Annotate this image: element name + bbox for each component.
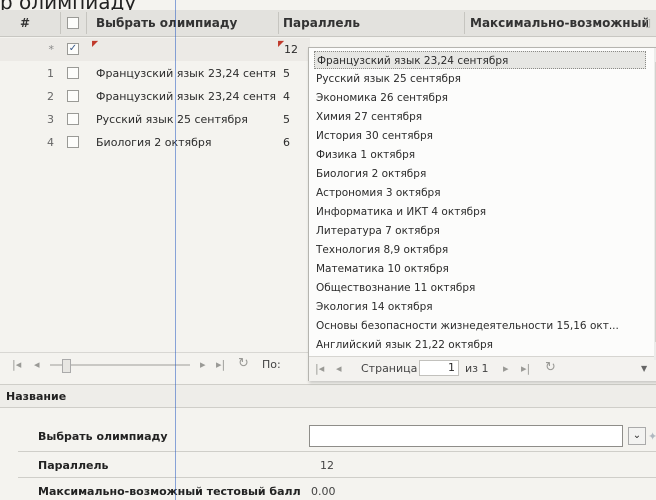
- dropdown-item[interactable]: История 30 сентября: [316, 127, 646, 145]
- page-size-label: По:: [262, 358, 281, 371]
- dropdown-item[interactable]: Русский язык 25 сентября: [316, 70, 646, 88]
- column-parallel-header[interactable]: Параллель: [283, 10, 360, 36]
- refresh-icon[interactable]: ↻: [238, 357, 249, 371]
- parallel-field-value[interactable]: 12: [320, 459, 334, 472]
- column-olympiad-header[interactable]: Выбрать олимпиаду: [96, 10, 237, 36]
- row-parallel: 4: [283, 90, 290, 103]
- edit-row-checkbox[interactable]: ✓: [67, 43, 79, 55]
- prev-page-icon[interactable]: ◂: [336, 362, 342, 376]
- dropdown-item[interactable]: Технология 8,9 октября: [316, 241, 646, 259]
- dropdown-item[interactable]: Обществознание 11 октября: [316, 279, 646, 297]
- new-row-marker: *: [48, 43, 55, 56]
- column-max-score-header[interactable]: Максимально-возможный...: [470, 10, 648, 36]
- dropdown-item[interactable]: Экология 14 октября: [316, 298, 646, 316]
- parallel-field-label: Параллель: [38, 459, 109, 472]
- dropdown-item[interactable]: Экономика 26 сентября: [316, 89, 646, 107]
- table-row[interactable]: 1 Французский язык 23,24 сентя 5: [0, 62, 310, 85]
- prev-page-icon[interactable]: ◂: [34, 358, 40, 372]
- row-number: 4: [47, 136, 54, 149]
- focus-line: [175, 0, 176, 500]
- dropdown-item[interactable]: Математика 10 октября: [316, 260, 646, 278]
- dropdown-item[interactable]: Физика 1 октября: [316, 146, 646, 164]
- row-olympiad: Французский язык 23,24 сентя: [96, 67, 276, 80]
- dirty-marker-icon: ◤: [92, 39, 99, 48]
- column-number-header[interactable]: #: [20, 10, 30, 36]
- max-score-field-value[interactable]: 0.00: [311, 485, 336, 498]
- edit-row-parallel[interactable]: 12: [284, 43, 298, 56]
- grid-header: # Выбрать олимпиаду Параллель Максимальн…: [0, 10, 656, 37]
- first-page-icon[interactable]: |◂: [315, 362, 324, 376]
- row-number: 2: [47, 90, 54, 103]
- row-parallel: 5: [283, 113, 290, 126]
- next-page-icon[interactable]: ▸: [503, 362, 509, 376]
- chevron-down-icon[interactable]: ⌄: [628, 427, 646, 445]
- dropdown-item[interactable]: Биология 2 октября: [316, 165, 646, 183]
- page-slider[interactable]: [50, 364, 190, 366]
- last-page-icon[interactable]: ▸|: [521, 362, 530, 376]
- dropdown-pager: |◂ ◂ Страница 1 из 1 ▸ ▸| ↻: [309, 356, 656, 381]
- first-page-icon[interactable]: |◂: [12, 358, 21, 372]
- row-parallel: 5: [283, 67, 290, 80]
- row-olympiad: Биология 2 октября: [96, 136, 212, 149]
- table-row[interactable]: 4 Биология 2 октября 6: [0, 131, 310, 154]
- scroll-down-icon[interactable]: ▼: [641, 362, 647, 376]
- dropdown-item[interactable]: Основы безопасности жизнедеятельности 15…: [316, 317, 646, 335]
- dropdown-item[interactable]: Французский язык 23,24 сентября: [314, 51, 646, 69]
- page-label: Страница: [361, 362, 418, 375]
- table-row[interactable]: 3 Русский язык 25 сентября 5: [0, 108, 310, 131]
- form-section-header: Название: [0, 384, 656, 408]
- page-number-input[interactable]: 1: [419, 360, 459, 376]
- page-total-label: из 1: [465, 362, 489, 375]
- dropdown-item[interactable]: Литература 7 октября: [316, 222, 646, 240]
- olympiad-field-label: Выбрать олимпиаду: [38, 430, 168, 443]
- olympiad-select[interactable]: [309, 425, 623, 447]
- dropdown-item[interactable]: Астрономия 3 октября: [316, 184, 646, 202]
- next-page-icon[interactable]: ▸: [200, 358, 206, 372]
- lookup-icon[interactable]: ✦: [648, 430, 656, 444]
- grid-edit-row[interactable]: * ✓ ◤ ◤ 12: [0, 38, 310, 61]
- row-checkbox[interactable]: [67, 67, 79, 79]
- row-checkbox[interactable]: [67, 136, 79, 148]
- select-all-checkbox[interactable]: [67, 17, 79, 29]
- grid-pager: |◂ ◂ ▸ ▸| ↻ По:: [0, 352, 310, 377]
- row-checkbox[interactable]: [67, 113, 79, 125]
- row-checkbox[interactable]: [67, 90, 79, 102]
- dropdown-item[interactable]: Информатика и ИКТ 4 октября: [316, 203, 646, 221]
- row-number: 3: [47, 113, 54, 126]
- column-menu-icon[interactable]: ▯: [645, 16, 651, 30]
- refresh-icon[interactable]: ↻: [545, 361, 556, 375]
- row-parallel: 6: [283, 136, 290, 149]
- row-olympiad: Французский язык 23,24 сентя: [96, 90, 276, 103]
- table-row[interactable]: 2 Французский язык 23,24 сентя 4: [0, 85, 310, 108]
- dropdown-item[interactable]: Химия 27 сентября: [316, 108, 646, 126]
- form-section-title: Название: [6, 390, 67, 403]
- row-olympiad: Русский язык 25 сентября: [96, 113, 248, 126]
- row-number: 1: [47, 67, 54, 80]
- page-slider-handle[interactable]: [62, 359, 71, 373]
- last-page-icon[interactable]: ▸|: [216, 358, 225, 372]
- olympiad-dropdown-list: Французский язык 23,24 сентября Русский …: [308, 47, 656, 381]
- max-score-field-label: Максимально-возможный тестовый балл: [38, 485, 301, 498]
- dropdown-item[interactable]: Английский язык 21,22 октября: [316, 336, 646, 354]
